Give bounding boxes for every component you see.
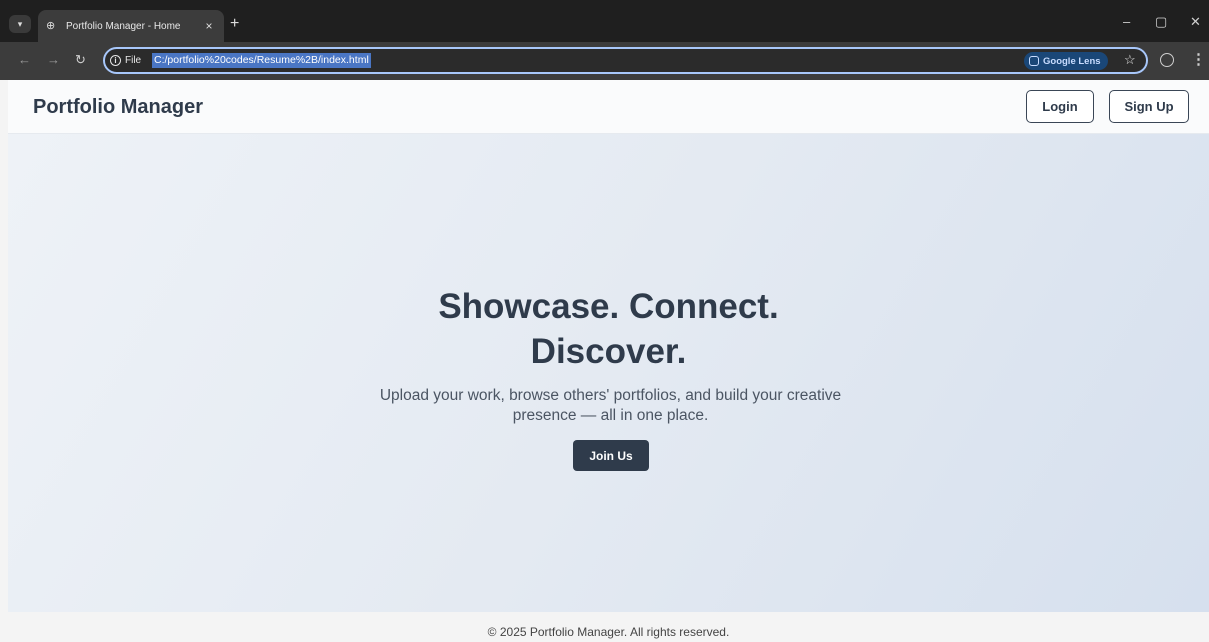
site-header: Portfolio Manager Login Sign Up — [8, 80, 1209, 134]
info-icon: i — [110, 55, 121, 66]
signup-button[interactable]: Sign Up — [1109, 90, 1189, 123]
browser-tab[interactable]: ⊕ Portfolio Manager - Home × — [38, 10, 224, 42]
minimize-icon[interactable]: – — [1123, 14, 1130, 29]
hero-title: Showcase. Connect. Discover. — [8, 284, 1209, 374]
profile-icon[interactable] — [1160, 53, 1174, 67]
star-icon[interactable]: ☆ — [1124, 52, 1136, 68]
login-button[interactable]: Login — [1026, 90, 1094, 123]
google-lens-icon — [1029, 56, 1039, 66]
google-lens-button[interactable]: Google Lens — [1024, 52, 1108, 70]
address-bar[interactable]: i File C:/portfolio%20codes/Resume%2B/in… — [103, 47, 1148, 74]
url-text[interactable]: C:/portfolio%20codes/Resume%2B/index.htm… — [152, 53, 371, 68]
browser-titlebar: ▾ ⊕ Portfolio Manager - Home × + – ▢ ✕ — [0, 0, 1209, 42]
hero-title-line1: Showcase. Connect. — [438, 287, 779, 326]
forward-arrow-icon[interactable]: → — [47, 53, 60, 67]
tab-title: Portfolio Manager - Home — [66, 20, 181, 32]
reload-icon[interactable]: ↻ — [75, 53, 86, 67]
site-info-chip[interactable]: i File — [110, 52, 141, 69]
browser-toolbar: ← → ↻ i File C:/portfolio%20codes/Resume… — [0, 42, 1209, 80]
join-us-button[interactable]: Join Us — [573, 440, 649, 471]
site-chip-label: File — [125, 55, 142, 66]
kebab-menu-icon[interactable]: ⋮ — [1191, 50, 1206, 68]
window-close-icon[interactable]: ✕ — [1190, 14, 1201, 30]
back-arrow-icon[interactable]: ← — [18, 53, 31, 67]
plus-icon[interactable]: + — [230, 16, 239, 32]
web-page: Portfolio Manager Login Sign Up Showcase… — [8, 80, 1209, 642]
globe-icon: ⊕ — [46, 20, 56, 32]
brand-title[interactable]: Portfolio Manager — [33, 96, 203, 119]
hero-subtitle: Upload your work, browse others' portfol… — [379, 387, 842, 424]
close-icon[interactable]: × — [202, 19, 216, 33]
hero-title-line2: Discover. — [530, 332, 687, 371]
site-footer: © 2025 Portfolio Manager. All rights res… — [8, 612, 1209, 642]
tab-search-icon[interactable]: ▾ — [9, 15, 31, 33]
maximize-icon[interactable]: ▢ — [1155, 14, 1167, 30]
google-lens-label: Google Lens — [1043, 55, 1101, 67]
hero-section: Showcase. Connect. Discover. Upload your… — [8, 134, 1209, 612]
